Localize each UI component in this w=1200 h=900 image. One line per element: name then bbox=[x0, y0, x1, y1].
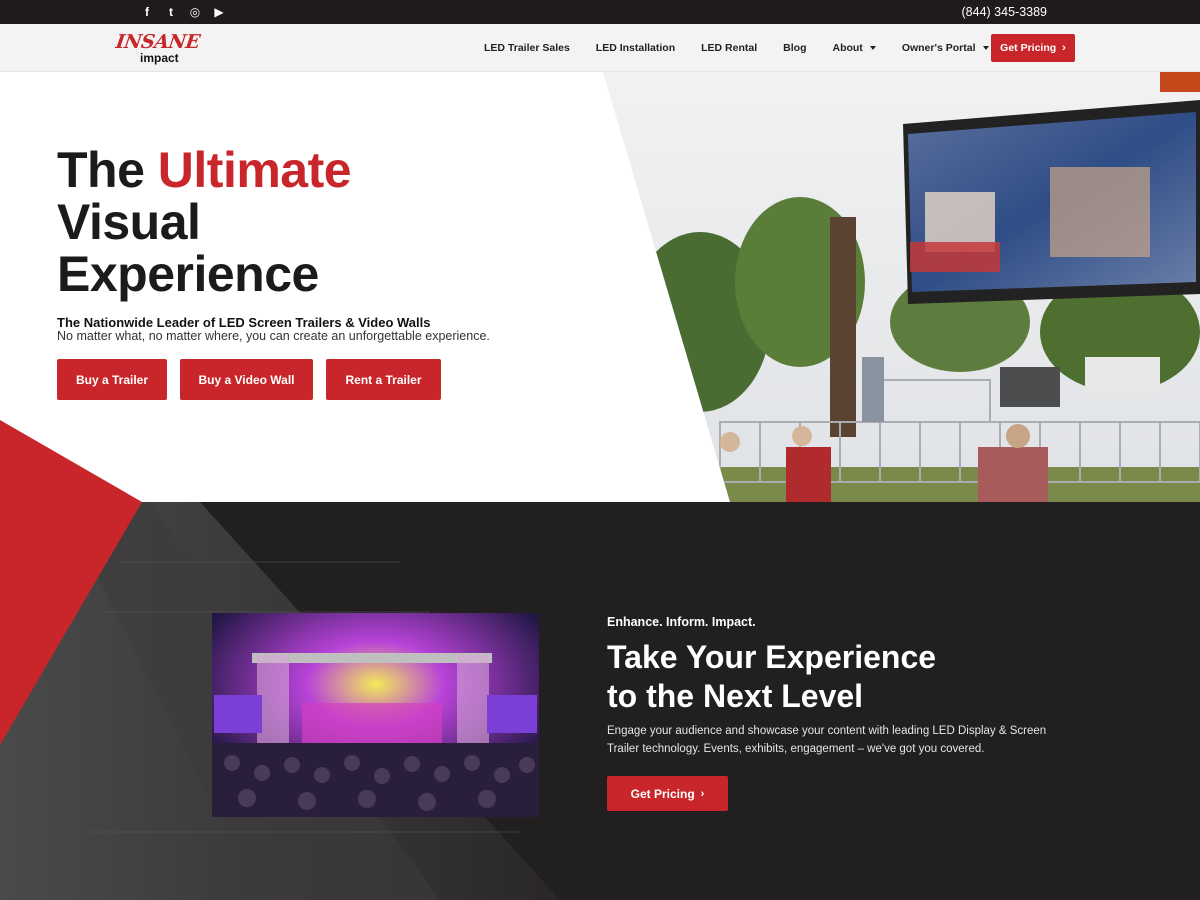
hero-subtitle: The Nationwide Leader of LED Screen Trai… bbox=[57, 315, 431, 330]
twitter-icon[interactable]: t bbox=[164, 4, 178, 20]
button-label: Get Pricing bbox=[630, 786, 695, 801]
hero-title-highlight: Ultimate bbox=[157, 142, 352, 198]
nav-label: LED Rental bbox=[701, 42, 758, 54]
button-label: Get Pricing bbox=[1000, 42, 1057, 54]
hero-title: The Ultimate Visual Experience bbox=[57, 142, 352, 302]
hero-buttons: Buy a Trailer Buy a Video Wall Rent a Tr… bbox=[57, 359, 454, 400]
logo-wordmark-top: INSANE bbox=[114, 31, 202, 53]
social-links: f t ◎ ▶ bbox=[140, 4, 226, 20]
nav-led-trailer-sales[interactable]: LED Trailer Sales bbox=[484, 42, 570, 54]
logo-wordmark-bottom: impact bbox=[140, 51, 179, 65]
instagram-icon[interactable]: ◎ bbox=[188, 4, 202, 20]
caret-down-icon bbox=[869, 46, 876, 50]
nav-owners-portal[interactable]: Owner's Portal bbox=[902, 42, 989, 54]
rent-trailer-button[interactable]: Rent a Trailer bbox=[326, 359, 441, 400]
main-nav: LED Trailer Sales LED Installation LED R… bbox=[484, 24, 1015, 72]
buy-video-wall-button[interactable]: Buy a Video Wall bbox=[180, 359, 313, 400]
nav-label: LED Installation bbox=[595, 42, 676, 54]
concert-photo bbox=[212, 613, 539, 817]
hero-description: No matter what, no matter where, you can… bbox=[57, 329, 490, 343]
hero-title-line3: Experience bbox=[57, 246, 319, 302]
site-header: INSANE impact LED Trailer Sales LED Inst… bbox=[0, 24, 1200, 72]
section-title: Take Your Experience to the Next Level bbox=[607, 638, 936, 716]
section-get-pricing-button[interactable]: Get Pricing › bbox=[607, 776, 728, 811]
nav-label: Owner's Portal bbox=[901, 42, 976, 54]
get-pricing-button[interactable]: Get Pricing › bbox=[991, 34, 1075, 62]
buy-trailer-button[interactable]: Buy a Trailer bbox=[57, 359, 167, 400]
facebook-icon[interactable]: f bbox=[140, 4, 154, 20]
phone-link[interactable]: (844) 345-3389 bbox=[962, 5, 1047, 19]
nav-led-rental[interactable]: LED Rental bbox=[701, 42, 757, 54]
caret-down-icon bbox=[982, 46, 989, 50]
youtube-icon[interactable]: ▶ bbox=[212, 4, 226, 20]
logo[interactable]: INSANE impact bbox=[114, 30, 201, 66]
top-bar: f t ◎ ▶ (844) 345-3389 bbox=[0, 0, 1200, 24]
section-eyebrow: Enhance. Inform. Impact. bbox=[607, 615, 756, 629]
section-title-line2: to the Next Level bbox=[607, 678, 864, 714]
hero-title-line2: Visual bbox=[57, 194, 201, 250]
nav-label: LED Trailer Sales bbox=[484, 42, 570, 54]
nav-led-installation[interactable]: LED Installation bbox=[596, 42, 675, 54]
hero-title-part1: The bbox=[57, 142, 158, 198]
hero-section: The Ultimate Visual Experience The Natio… bbox=[0, 72, 1200, 502]
nav-about[interactable]: About bbox=[832, 42, 876, 54]
section-title-line1: Take Your Experience bbox=[607, 639, 937, 675]
chevron-right-icon: › bbox=[1062, 42, 1066, 54]
nav-blog[interactable]: Blog bbox=[783, 42, 806, 54]
section-background-graphic bbox=[0, 502, 560, 900]
nav-label: Blog bbox=[783, 42, 807, 54]
chevron-right-icon: › bbox=[700, 787, 705, 800]
nav-label: About bbox=[832, 42, 863, 54]
section-description: Engage your audience and showcase your c… bbox=[607, 725, 1047, 755]
experience-section: Enhance. Inform. Impact. Take Your Exper… bbox=[0, 502, 1200, 900]
